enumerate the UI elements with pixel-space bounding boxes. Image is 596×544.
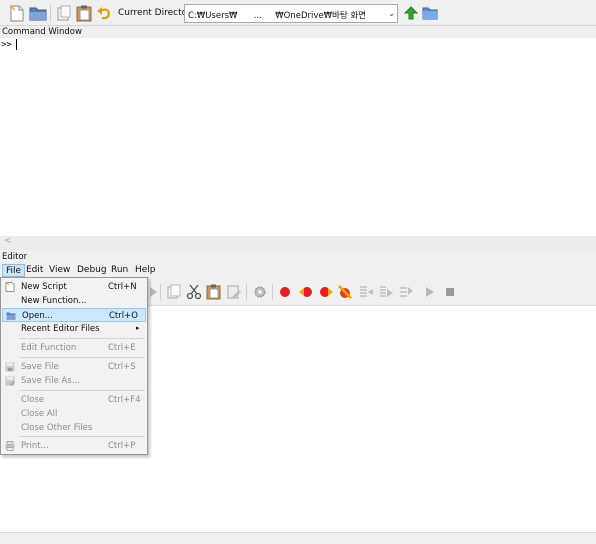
menu-separator [19, 338, 145, 339]
menu-run[interactable]: Run [108, 264, 131, 277]
cut-icon[interactable] [54, 3, 74, 23]
submenu-arrow-icon: ▸ [136, 324, 140, 332]
octave-gui-window: Current Directory: C:₩Users₩ ... ₩OneDri… [0, 0, 596, 544]
gear-icon[interactable] [252, 284, 268, 300]
menu-item-label: Close [21, 395, 45, 405]
step-in-icon[interactable] [378, 284, 394, 300]
editor-title: Editor [2, 252, 28, 262]
menu-item-label: Print... [21, 441, 49, 451]
main-toolbar: Current Directory: C:₩Users₩ ... ₩OneDri… [0, 0, 596, 26]
open-folder-icon[interactable] [28, 3, 48, 23]
menu-item-label: New Script [21, 282, 67, 292]
menu-item-label: Edit Function [21, 343, 77, 353]
menu-item-label: Save File [21, 362, 59, 372]
menu-view[interactable]: View [46, 264, 73, 277]
menu-item-edit-function[interactable]: Edit Function Ctrl+E [2, 341, 146, 355]
menu-item-shortcut: Ctrl+F4 [108, 395, 141, 405]
save-as-icon [5, 376, 15, 386]
menu-item-close-all[interactable]: Close All [2, 407, 146, 421]
menu-item-close-other-files[interactable]: Close Other Files [2, 421, 146, 435]
cut-icon[interactable] [186, 284, 202, 300]
toolbar-separator [272, 284, 273, 300]
menu-item-label: Close Other Files [21, 423, 93, 433]
remove-breakpoints-icon[interactable] [337, 284, 353, 300]
menu-help[interactable]: Help [132, 264, 159, 277]
step-out-icon[interactable] [398, 284, 414, 300]
menu-item-label: New Function... [21, 296, 87, 306]
continue-icon[interactable] [422, 284, 438, 300]
menu-item-save-file[interactable]: Save File Ctrl+S [2, 360, 146, 374]
command-window[interactable]: >> [0, 38, 596, 236]
menu-separator [19, 357, 145, 358]
save-icon [5, 362, 15, 372]
text-caret [16, 39, 17, 50]
menu-item-label: Close All [21, 409, 58, 419]
step-icon[interactable] [358, 284, 374, 300]
menu-item-label: Save File As... [21, 376, 80, 386]
current-directory-value: C:₩Users₩ ... ₩OneDrive₩바탕 화면 [188, 11, 366, 21]
menu-separator [19, 436, 145, 437]
menu-file[interactable]: File [2, 264, 26, 277]
menu-item-print[interactable]: Print... Ctrl+P [2, 439, 146, 453]
command-prompt: >> [1, 40, 12, 50]
previous-breakpoint-icon[interactable] [318, 284, 334, 300]
menu-item-new-function[interactable]: New Function... [2, 294, 146, 308]
menu-item-open[interactable]: Open... Ctrl+O [2, 308, 146, 322]
menu-debug[interactable]: Debug [74, 264, 110, 277]
toolbar-separator [246, 284, 247, 300]
editor-menubar: File Edit View Debug Run Help [0, 263, 596, 278]
collapse-arrow-icon[interactable]: < [4, 236, 12, 246]
stop-icon[interactable] [442, 284, 458, 300]
menu-item-label: Open... [22, 311, 53, 321]
menu-item-shortcut: Ctrl+O [109, 311, 138, 321]
menu-item-shortcut: Ctrl+N [108, 282, 137, 292]
toolbar-separator [50, 4, 51, 22]
menu-item-recent-editor-files[interactable]: Recent Editor Files ▸ [2, 322, 146, 336]
menu-item-label: Recent Editor Files [21, 324, 100, 334]
copy-icon[interactable] [166, 284, 182, 300]
menu-separator [19, 390, 145, 391]
next-breakpoint-icon[interactable] [298, 284, 314, 300]
status-bar [0, 532, 596, 544]
menu-item-save-file-as[interactable]: Save File As... [2, 374, 146, 388]
find-replace-icon[interactable] [226, 284, 242, 300]
toolbar-separator [160, 284, 161, 300]
menu-item-shortcut: Ctrl+E [108, 343, 136, 353]
folder-icon[interactable] [420, 3, 440, 23]
menu-item-shortcut: Ctrl+P [108, 441, 136, 451]
file-menu-dropdown: New Script Ctrl+N New Function... Open..… [0, 277, 148, 455]
new-file-icon[interactable] [7, 3, 27, 23]
current-directory-combobox[interactable]: C:₩Users₩ ... ₩OneDrive₩바탕 화면 ⌄ [184, 4, 398, 23]
chevron-down-icon[interactable]: ⌄ [388, 9, 395, 18]
paste-icon[interactable] [206, 284, 222, 300]
command-window-title: Command Window [2, 27, 82, 37]
undo-icon[interactable] [94, 3, 114, 23]
menu-item-shortcut: Ctrl+S [108, 362, 136, 372]
breakpoint-icon[interactable] [277, 284, 293, 300]
arrow-up-icon[interactable] [401, 3, 421, 23]
menu-item-new-script[interactable]: New Script Ctrl+N [2, 280, 146, 294]
open-folder-icon [6, 312, 16, 320]
paste-icon[interactable] [74, 3, 94, 23]
new-script-icon [5, 282, 15, 292]
menu-item-close[interactable]: Close Ctrl+F4 [2, 393, 146, 407]
panel-splitter[interactable]: < [0, 236, 596, 250]
menu-edit[interactable]: Edit [23, 264, 46, 277]
print-icon [5, 441, 15, 451]
